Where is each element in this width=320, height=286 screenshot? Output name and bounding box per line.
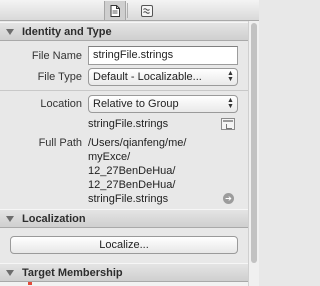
full-path-line: myExce/ xyxy=(88,151,131,163)
full-path-line: stringFile.strings xyxy=(88,193,169,205)
identity-type-header[interactable]: Identity and Type xyxy=(0,22,248,41)
inspector-tab-bar xyxy=(0,0,259,21)
target-membership-header[interactable]: Target Membership xyxy=(0,263,248,282)
file-type-popup[interactable]: Default - Localizable... ▲ ▼ xyxy=(88,68,238,86)
file-name-label: File Name xyxy=(31,50,82,62)
file-name-field[interactable]: stringFile.strings xyxy=(88,46,238,65)
reveal-in-finder-icon[interactable]: ➔ xyxy=(223,193,234,204)
quick-help-tab[interactable] xyxy=(136,1,158,20)
partial-target-mark xyxy=(28,282,32,285)
location-popup[interactable]: Relative to Group ▲ ▼ xyxy=(88,95,238,113)
file-type-label: File Type xyxy=(37,71,82,83)
location-file-name: stringFile.strings xyxy=(88,118,169,130)
localization-title: Localization xyxy=(22,212,86,225)
popup-arrows-icon: ▲ ▼ xyxy=(227,70,234,83)
location-value: Relative to Group xyxy=(93,98,179,110)
full-path-line: 12_27BenDeHua/ xyxy=(88,165,176,177)
full-path-line: /Users/qianfeng/me/ xyxy=(88,137,187,149)
file-type-value: Default - Localizable... xyxy=(93,71,202,83)
scroll-thumb[interactable] xyxy=(251,23,257,263)
file-icon xyxy=(110,4,120,17)
disclosure-triangle-icon[interactable] xyxy=(6,28,14,35)
target-membership-title: Target Membership xyxy=(22,266,123,279)
quick-help-icon xyxy=(141,4,153,17)
target-membership-content xyxy=(0,282,248,286)
full-path-label: Full Path xyxy=(38,137,82,149)
vertical-scrollbar[interactable] xyxy=(248,21,259,286)
choose-location-icon[interactable] xyxy=(221,118,235,130)
tab-separator xyxy=(127,3,128,18)
disclosure-triangle-icon[interactable] xyxy=(6,269,14,276)
localize-button[interactable]: Localize... xyxy=(10,236,238,254)
disclosure-triangle-icon[interactable] xyxy=(6,215,14,222)
localization-header[interactable]: Localization xyxy=(0,209,248,228)
file-inspector-tab[interactable] xyxy=(104,1,126,20)
identity-type-title: Identity and Type xyxy=(22,25,112,38)
full-path-line: 12_27BenDeHua/ xyxy=(88,179,176,191)
popup-arrows-icon: ▲ ▼ xyxy=(227,97,234,110)
section-separator xyxy=(0,90,248,91)
location-label: Location xyxy=(40,98,82,110)
